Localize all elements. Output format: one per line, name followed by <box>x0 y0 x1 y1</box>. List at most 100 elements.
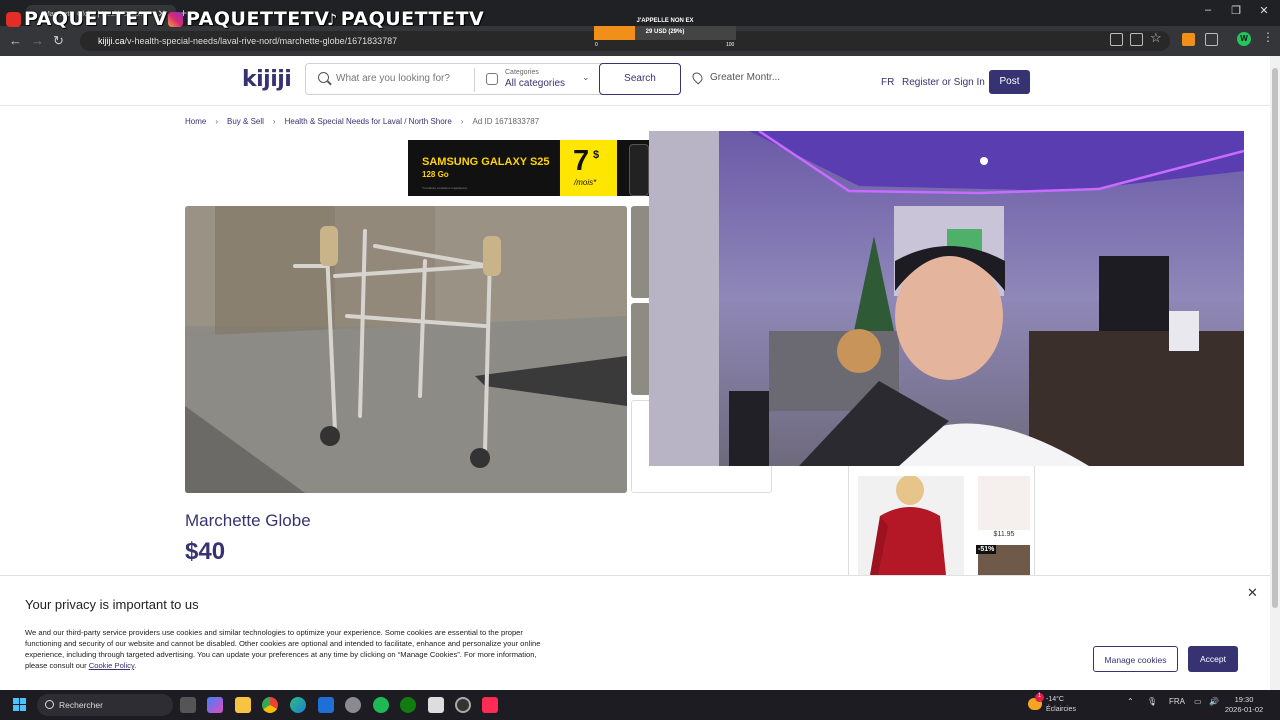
chevron-right-icon: › <box>272 117 276 126</box>
cookie-banner: Your privacy is important to us We and o… <box>0 575 1270 690</box>
extensions-icon[interactable] <box>1205 33 1218 46</box>
network-icon[interactable]: ▭ <box>1194 697 1202 706</box>
goal-value: 29 USD (29%) <box>645 29 685 35</box>
extension-rss-icon[interactable] <box>1182 33 1195 46</box>
ad-subtitle: 128 Go <box>422 170 449 179</box>
windows-start-icon[interactable] <box>13 698 27 712</box>
notification-badge: 1 <box>1035 693 1044 702</box>
maximize-icon[interactable]: ❐ <box>1226 4 1246 17</box>
clock-date: 2026-01-02 <box>1224 705 1264 714</box>
search-icon <box>318 72 329 83</box>
close-window-icon[interactable]: ✕ <box>1254 4 1274 17</box>
webcam-feed <box>649 131 1244 466</box>
cookie-heading: Your privacy is important to us <box>25 597 199 612</box>
settings-icon[interactable] <box>345 697 361 713</box>
breadcrumb-category[interactable]: Health & Special Needs for Laval / North… <box>285 117 452 126</box>
ad-fine-print: *Certaines conditions s'appliquent. <box>422 186 468 190</box>
weather-temp: -14°C <box>1046 696 1064 703</box>
instagram-brand: PAQUETTETV <box>168 8 329 30</box>
weather-widget[interactable]: -14°C Éclaircies <box>1046 695 1076 715</box>
microphone-icon[interactable]: 🎙 <box>1147 697 1157 706</box>
translate-icon[interactable] <box>1130 33 1143 46</box>
mail-icon[interactable] <box>318 697 334 713</box>
spotify-icon[interactable] <box>373 697 389 713</box>
register-sign-in-link[interactable]: Register or Sign In <box>902 77 985 88</box>
brand-text-youtube: PAQUETTETV <box>24 8 168 30</box>
thumbnail-2[interactable] <box>631 303 651 395</box>
instagram-icon <box>168 11 183 27</box>
ad-title: SAMSUNG GALAXY S25 <box>422 156 550 168</box>
chevron-up-icon[interactable]: ⌃ <box>1127 697 1134 706</box>
divider <box>474 68 475 92</box>
profile-avatar[interactable]: W <box>1237 32 1251 46</box>
task-view-icon[interactable] <box>180 697 196 713</box>
brand-text-tiktok: PAQUETTETV <box>340 8 485 30</box>
site-header: kijiji What are you looking for? Categor… <box>0 56 1270 106</box>
underwear-image <box>978 476 1030 530</box>
page-scrollbar[interactable] <box>1270 56 1280 690</box>
breadcrumb-buy-sell[interactable]: Buy & Sell <box>227 117 264 126</box>
bookmark-star-icon[interactable]: ☆ <box>1150 30 1162 46</box>
edge-icon[interactable] <box>290 697 306 713</box>
copilot-icon[interactable] <box>207 697 223 713</box>
product-price: $11.95 <box>993 531 1015 538</box>
categories-label: Categories <box>505 69 539 76</box>
forward-icon[interactable]: → <box>31 33 44 48</box>
search-bar: What are you looking for? Categories All… <box>305 63 681 95</box>
sweater-image <box>858 476 964 575</box>
location-select[interactable]: Greater Montr... <box>710 72 780 83</box>
goal-title: J'APPELLE NON EX <box>636 18 694 24</box>
product-image[interactable] <box>185 206 627 493</box>
goal-min: 0 <box>595 42 598 48</box>
ad-price-box: 7 $ /mois* <box>560 140 617 196</box>
close-icon[interactable]: ✕ <box>1247 585 1258 601</box>
language-toggle[interactable]: FR <box>881 77 894 88</box>
weather-desc: Éclaircies <box>1046 706 1076 713</box>
scrollbar-thumb[interactable] <box>1272 68 1278 608</box>
listing-title: Marchette Globe <box>185 511 311 530</box>
search-button[interactable]: Search <box>599 63 681 95</box>
categories-select[interactable]: All categories <box>505 78 565 89</box>
manage-cookies-button[interactable]: Manage cookies <box>1093 646 1178 672</box>
cookie-policy-link[interactable]: Cookie Policy <box>89 661 134 670</box>
brand-text-instagram: PAQUETTETV <box>186 8 330 30</box>
xbox-icon[interactable] <box>400 697 416 713</box>
goal-max: 100 <box>726 42 735 48</box>
accept-button[interactable]: Accept <box>1188 646 1238 672</box>
ad-price: 7 <box>573 145 590 177</box>
cast-icon[interactable] <box>1110 33 1123 46</box>
ad-banner[interactable]: SAMSUNG GALAXY S25 128 Go *Certaines con… <box>408 140 649 196</box>
back-icon[interactable]: ← <box>9 33 22 48</box>
donation-goal-widget: J'APPELLE NON EX 29 USD (29%) 0 100 <box>594 16 736 50</box>
chevron-down-icon[interactable]: ⌄ <box>582 72 590 83</box>
listing-price: $40 <box>185 538 226 565</box>
walker-photo <box>185 206 627 493</box>
system-clock[interactable]: 19:30 2026-01-02 <box>1224 695 1264 715</box>
store-icon[interactable] <box>428 697 444 713</box>
phone-image <box>629 144 649 196</box>
language-indicator[interactable]: FRA <box>1169 697 1185 706</box>
chevron-right-icon: › <box>460 117 464 126</box>
search-icon <box>45 700 54 709</box>
clock-time: 19:30 <box>1234 695 1254 704</box>
reload-icon[interactable]: ↻ <box>53 33 64 49</box>
side-ad[interactable]: $11.95 -51% <box>848 466 1035 575</box>
breadcrumb-home[interactable]: Home <box>185 117 206 126</box>
minimize-icon[interactable]: – <box>1198 4 1218 16</box>
kijiji-logo[interactable]: kijiji <box>242 67 292 92</box>
tiktok-app-icon[interactable] <box>482 697 498 713</box>
taskbar-search[interactable]: Rechercher <box>37 694 173 716</box>
chevron-right-icon: › <box>215 117 219 126</box>
file-explorer-icon[interactable] <box>235 697 251 713</box>
chrome-icon[interactable] <box>262 697 278 713</box>
obs-icon[interactable] <box>455 697 471 713</box>
volume-icon[interactable]: 🔊 <box>1209 697 1219 706</box>
menu-icon[interactable]: ⋮ <box>1262 30 1274 44</box>
tiktok-icon: ♪ <box>327 9 338 29</box>
post-ad-button[interactable]: Post <box>989 70 1030 94</box>
search-input[interactable]: What are you looking for? <box>336 73 450 84</box>
discount-badge: -51% <box>976 545 997 554</box>
url-path: /v-health-special-needs/laval-rive-nord/… <box>124 36 398 46</box>
thumbnail-1[interactable] <box>631 206 651 298</box>
location-pin-icon <box>690 70 705 85</box>
